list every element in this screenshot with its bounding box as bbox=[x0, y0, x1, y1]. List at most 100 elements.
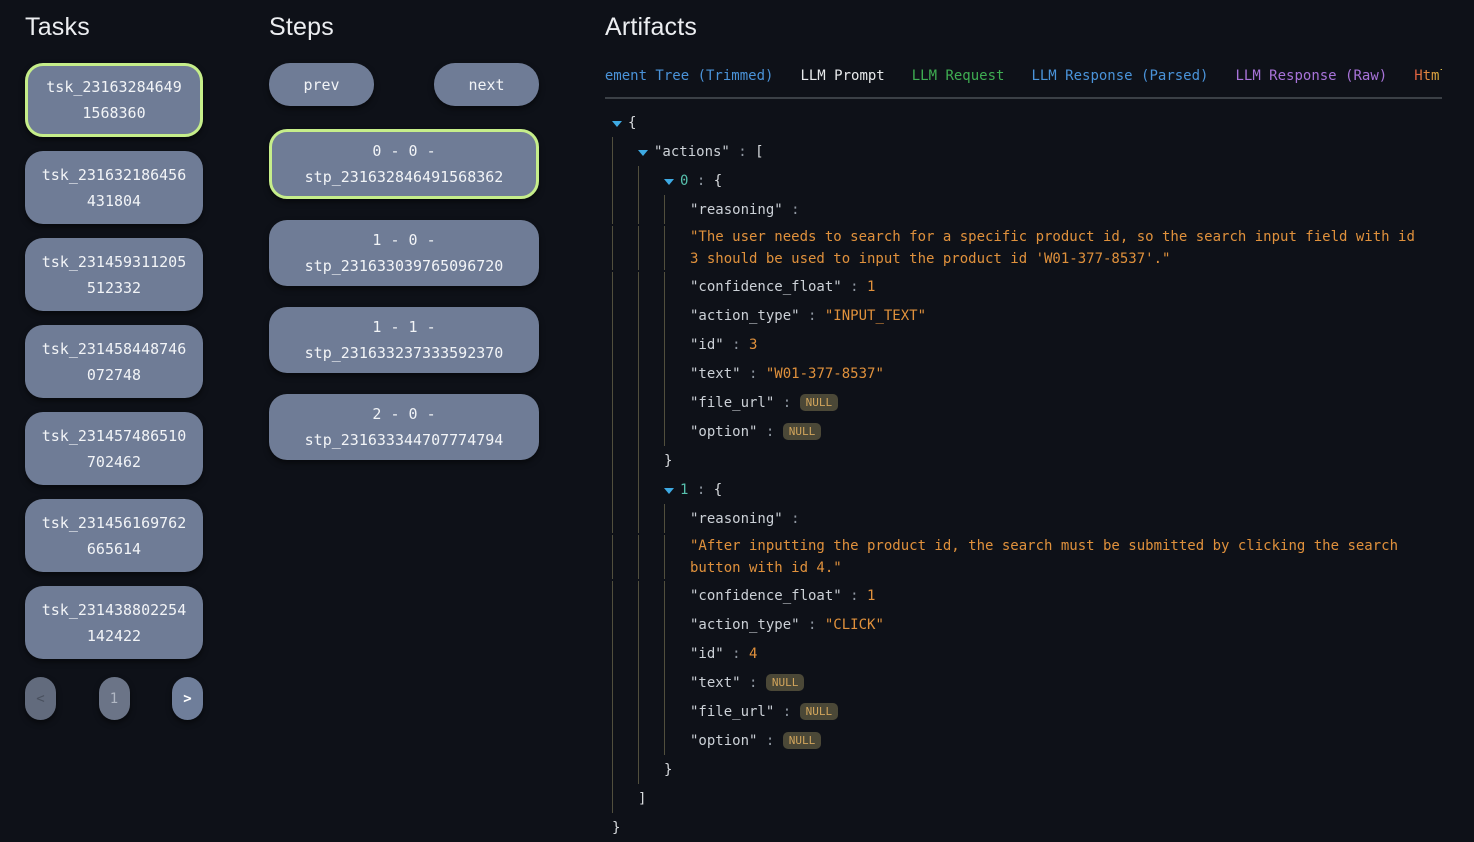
json-token-colon: : bbox=[842, 279, 867, 295]
indent-guide bbox=[664, 504, 690, 533]
json-row: } bbox=[612, 446, 1440, 475]
json-token-colon: : bbox=[800, 617, 825, 633]
indent-guide bbox=[664, 272, 690, 301]
json-row: "id" : 4 bbox=[612, 639, 1440, 668]
json-token-colon: : bbox=[724, 337, 749, 353]
artifacts-tab[interactable]: LLM Prompt bbox=[800, 68, 884, 84]
indent-guide bbox=[612, 301, 638, 330]
collapse-arrow-icon[interactable] bbox=[664, 486, 680, 494]
json-row: "file_url" : NULL bbox=[612, 388, 1440, 417]
indent-guide bbox=[664, 301, 690, 330]
step-item[interactable]: 1 - 1 - stp_231633237333592370 bbox=[269, 307, 539, 373]
indent-guide bbox=[638, 226, 664, 270]
indent-guide bbox=[638, 697, 664, 726]
task-item[interactable]: tsk_231438802254142422 bbox=[25, 586, 203, 659]
json-token-punct: { bbox=[714, 482, 722, 498]
json-row: "file_url" : NULL bbox=[612, 697, 1440, 726]
json-token-null: NULL bbox=[800, 394, 839, 411]
indent-guide bbox=[638, 504, 664, 533]
task-item[interactable]: tsk_231458448746072748 bbox=[25, 325, 203, 398]
collapse-arrow-icon[interactable] bbox=[664, 177, 680, 185]
task-item[interactable]: tsk_231456169762665614 bbox=[25, 499, 203, 572]
json-row: 1 : { bbox=[612, 475, 1440, 504]
collapse-arrow-icon[interactable] bbox=[612, 119, 628, 127]
json-token-colon: : bbox=[800, 308, 825, 324]
indent-guide bbox=[638, 610, 664, 639]
json-row: "After inputting the product id, the sea… bbox=[612, 533, 1440, 581]
json-row: "actions" : [ bbox=[612, 137, 1440, 166]
indent-guide bbox=[612, 639, 638, 668]
pagination-page-button[interactable]: 1 bbox=[99, 677, 130, 720]
task-item[interactable]: tsk_231632186456431804 bbox=[25, 151, 203, 224]
json-token-punct: } bbox=[664, 762, 672, 778]
indent-guide bbox=[638, 359, 664, 388]
next-step-button[interactable]: next bbox=[434, 63, 539, 106]
indent-guide bbox=[638, 417, 664, 446]
json-token-key: "id" bbox=[690, 337, 724, 353]
artifacts-tab[interactable]: Element Tree (Trimmed) bbox=[605, 68, 773, 84]
task-list: tsk_231632846491568360 tsk_2316321864564… bbox=[25, 63, 203, 659]
json-token-null: NULL bbox=[783, 732, 822, 749]
json-token-punct: { bbox=[714, 173, 722, 189]
task-item-label: tsk_231458448746072748 bbox=[40, 336, 188, 388]
pagination-prev-button[interactable]: < bbox=[25, 677, 56, 720]
indent-guide bbox=[638, 446, 664, 475]
indent-guide bbox=[664, 359, 690, 388]
json-row: "option" : NULL bbox=[612, 726, 1440, 755]
json-token-colon: : bbox=[757, 733, 782, 749]
indent-guide bbox=[664, 639, 690, 668]
indent-guide bbox=[664, 668, 690, 697]
artifacts-tab[interactable]: LLM Response (Parsed) bbox=[1031, 68, 1208, 84]
artifacts-tab[interactable]: LLM Response (Raw) bbox=[1235, 68, 1387, 84]
json-row: "The user needs to search for a specific… bbox=[612, 224, 1440, 272]
json-token-colon: : bbox=[783, 511, 808, 527]
json-row: } bbox=[612, 813, 1440, 842]
indent-guide bbox=[612, 475, 638, 504]
artifacts-tab[interactable]: Html (Raw) bbox=[1414, 68, 1442, 84]
indent-guide bbox=[638, 475, 664, 504]
json-token-number: 1 bbox=[867, 588, 875, 604]
indent-guide bbox=[612, 226, 638, 270]
task-item[interactable]: tsk_231632846491568360 bbox=[25, 63, 203, 137]
json-token-index: 0 bbox=[680, 173, 688, 189]
json-token-punct: } bbox=[612, 820, 620, 836]
json-row: ] bbox=[612, 784, 1440, 813]
steps-panel: Steps prev next 0 - 0 - stp_231632846491… bbox=[269, 13, 539, 481]
indent-guide bbox=[638, 535, 664, 579]
step-item[interactable]: 2 - 0 - stp_231633344707774794 bbox=[269, 394, 539, 460]
json-token-null: NULL bbox=[766, 674, 805, 691]
json-row: "text" : NULL bbox=[612, 668, 1440, 697]
indent-guide bbox=[612, 446, 638, 475]
tasks-pagination: < 1 > bbox=[25, 677, 203, 720]
indent-guide bbox=[612, 330, 638, 359]
prev-step-button[interactable]: prev bbox=[269, 63, 374, 106]
json-token-key: "action_type" bbox=[690, 308, 800, 324]
json-token-key: "action_type" bbox=[690, 617, 800, 633]
json-token-colon: : bbox=[783, 202, 808, 218]
indent-guide bbox=[612, 697, 638, 726]
indent-guide bbox=[612, 272, 638, 301]
json-token-number: 3 bbox=[749, 337, 757, 353]
pagination-next-button[interactable]: > bbox=[172, 677, 203, 720]
json-token-key: "text" bbox=[690, 675, 741, 691]
indent-guide bbox=[664, 535, 690, 579]
json-row: "action_type" : "INPUT_TEXT" bbox=[612, 301, 1440, 330]
task-item[interactable]: tsk_231457486510702462 bbox=[25, 412, 203, 485]
indent-guide bbox=[612, 388, 638, 417]
indent-guide bbox=[612, 166, 638, 195]
step-item[interactable]: 0 - 0 - stp_231632846491568362 bbox=[269, 129, 539, 199]
step-item[interactable]: 1 - 0 - stp_231633039765096720 bbox=[269, 220, 539, 286]
json-token-string: "After inputting the product id, the sea… bbox=[690, 535, 1418, 579]
artifacts-panel: Artifacts Element Tree (Trimmed) LLM Prom… bbox=[605, 13, 1474, 800]
indent-guide bbox=[638, 301, 664, 330]
artifacts-title: Artifacts bbox=[605, 13, 1474, 42]
task-item[interactable]: tsk_231459311205512332 bbox=[25, 238, 203, 311]
json-row: "text" : "W01-377-8537" bbox=[612, 359, 1440, 388]
artifacts-tab[interactable]: LLM Request bbox=[912, 68, 1005, 84]
indent-guide bbox=[612, 359, 638, 388]
indent-guide bbox=[664, 388, 690, 417]
json-row: } bbox=[612, 755, 1440, 784]
json-row: "confidence_float" : 1 bbox=[612, 581, 1440, 610]
collapse-arrow-icon[interactable] bbox=[638, 148, 654, 156]
json-token-punct: ] bbox=[638, 791, 646, 807]
